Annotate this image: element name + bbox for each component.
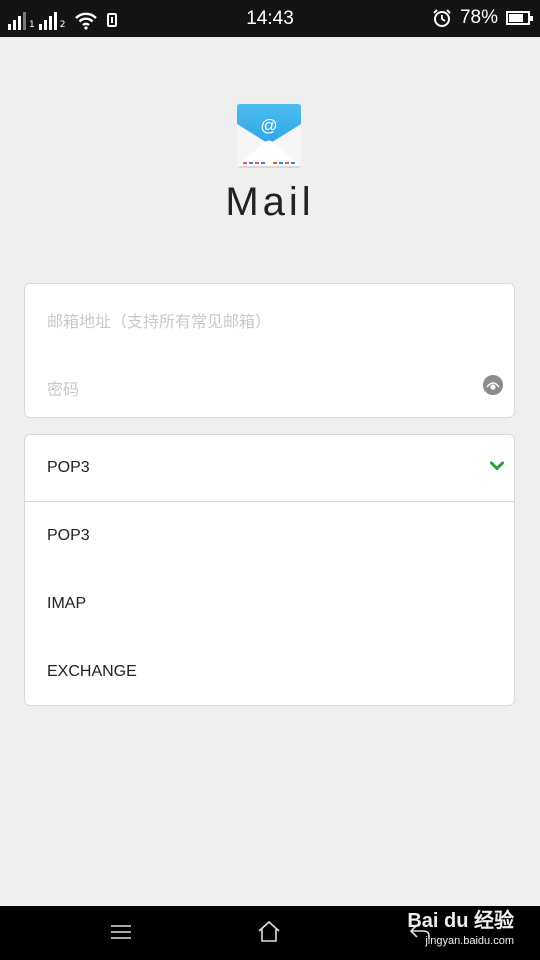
- email-field[interactable]: 邮箱地址（支持所有常见邮箱）: [47, 308, 271, 332]
- login-card: 邮箱地址（支持所有常见邮箱） 密码: [24, 283, 515, 418]
- menu-icon[interactable]: [110, 924, 132, 940]
- protocol-option-label: EXCHANGE: [47, 662, 137, 680]
- mail-envelope-icon: @: [237, 104, 301, 168]
- protocol-dropdown: POP3 POP3 IMAP EXCHANGE: [24, 434, 515, 706]
- navigation-bar: Bai du 经验 jingyan.baidu.com: [0, 906, 540, 960]
- watermark-url: jingyan.baidu.com: [425, 935, 514, 947]
- alarm-icon: [433, 9, 451, 27]
- status-icons-right: 78%: [432, 7, 533, 29]
- protocol-option-label: IMAP: [47, 594, 87, 612]
- svg-text:@: @: [260, 116, 277, 135]
- baidu-watermark: Bai du 经验 jingyan.baidu.com: [407, 908, 514, 948]
- password-field[interactable]: 密码: [47, 376, 79, 400]
- protocol-option-imap[interactable]: IMAP: [25, 570, 514, 637]
- protocol-selected[interactable]: POP3: [25, 435, 514, 502]
- app-title: Mail: [225, 180, 315, 224]
- home-icon[interactable]: [257, 920, 281, 942]
- battery-percent: 78%: [459, 7, 498, 28]
- protocol-option-label: POP3: [47, 526, 90, 544]
- eye-icon[interactable]: [483, 375, 503, 395]
- protocol-option-exchange[interactable]: EXCHANGE: [25, 638, 514, 705]
- chevron-down-icon: [490, 461, 504, 470]
- watermark-brand: Bai du 经验: [407, 910, 514, 932]
- status-bar: 1 2 14:43 78%: [0, 0, 540, 37]
- protocol-selected-label: POP3: [47, 459, 90, 476]
- battery-icon: [506, 11, 533, 25]
- protocol-option-pop3[interactable]: POP3: [25, 502, 514, 569]
